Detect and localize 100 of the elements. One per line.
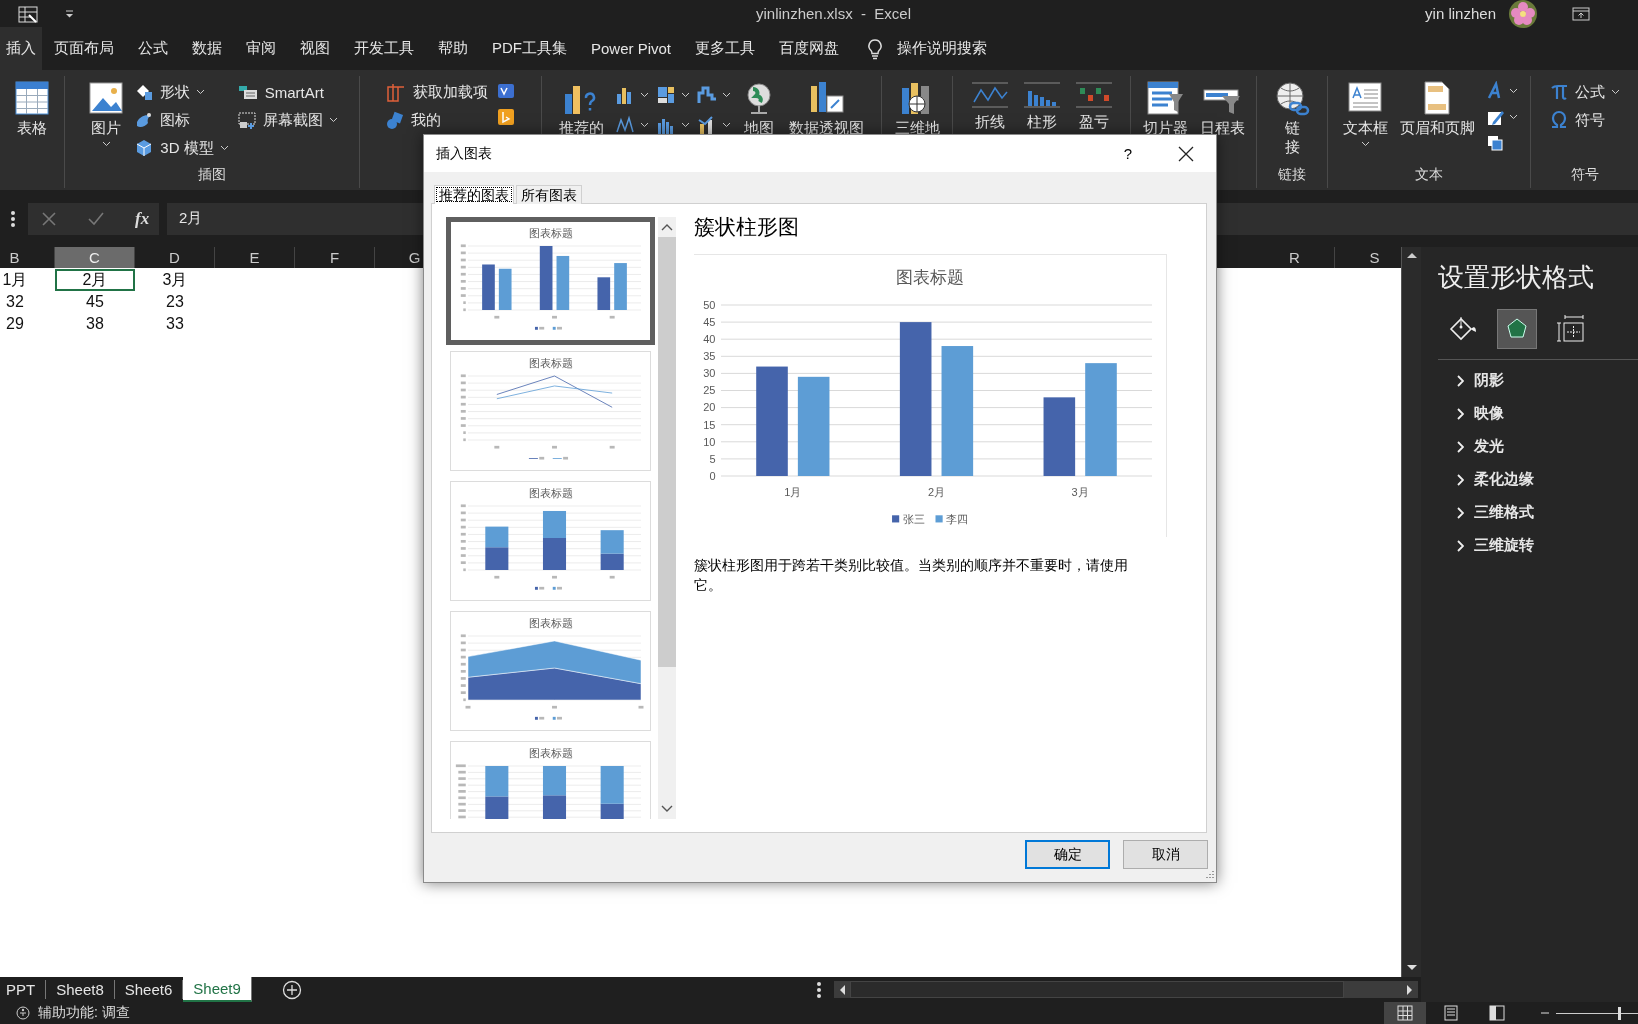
down-arrow-icon[interactable] — [1406, 965, 1417, 971]
table-cell[interactable]: 33 — [135, 313, 215, 335]
more-icon[interactable] — [10, 209, 16, 228]
ribbon-tab[interactable]: 更多工具 — [683, 27, 768, 70]
table-cell[interactable]: 38 — [55, 313, 135, 335]
chart-bar — [614, 263, 627, 310]
accessibility-icon — [16, 1005, 32, 1021]
chart-bar — [542, 538, 567, 570]
ribbon-tab[interactable]: 百度网盘 — [767, 27, 852, 70]
ribbon-tab[interactable]: 视图 — [288, 27, 342, 70]
chart-thumbnail[interactable]: 图表标题 — [450, 741, 651, 819]
add-sheet-icon[interactable] — [281, 979, 302, 1000]
ribbon-button[interactable]: 形状 — [134, 78, 206, 106]
ribbon-button[interactable]: 柱形 — [1019, 78, 1064, 134]
ribbon-button[interactable]: 页眉和页脚 — [1397, 78, 1477, 140]
dialog-button[interactable]: 确定 — [1025, 840, 1110, 869]
cancel-icon[interactable] — [41, 210, 57, 227]
category-label: 1月 — [784, 486, 802, 498]
help-button[interactable]: ? — [1123, 145, 1132, 162]
view-button[interactable] — [1384, 1002, 1426, 1024]
waterfall-chart-icon — [696, 84, 718, 106]
sheet-tab[interactable]: Sheet8 — [46, 980, 115, 999]
ribbon-tab[interactable]: 插入 — [0, 27, 42, 70]
table-cell[interactable]: 1月 — [0, 269, 55, 291]
ribbon-tab[interactable]: 页面布局 — [42, 27, 126, 70]
ribbon-tab[interactable]: Power Pivot — [579, 27, 684, 70]
sheet-icon[interactable] — [17, 3, 39, 24]
chart-thumbnail[interactable]: 图表标题 — [446, 217, 655, 345]
ribbon-button[interactable]: 图片 — [86, 78, 127, 149]
ribbon-tab[interactable]: 公式 — [126, 27, 180, 70]
section-header[interactable]: 三维格式 — [1438, 496, 1636, 529]
ribbon-button[interactable]: 屏幕截图 — [236, 106, 338, 134]
chart-thumbnail[interactable]: 图表标题 — [450, 481, 651, 601]
sheet-tab[interactable]: PPT — [0, 980, 47, 999]
table-cell[interactable]: 23 — [135, 291, 215, 313]
legend-label: 李四 — [945, 513, 968, 525]
caret-icon — [722, 122, 731, 128]
right-arrow-icon[interactable] — [1407, 984, 1413, 995]
horizontal-scrollbar[interactable] — [834, 981, 1418, 998]
section-header[interactable]: 阴影 — [1438, 364, 1636, 397]
customize-icon[interactable] — [65, 9, 74, 18]
ribbon-button[interactable]: 盈亏 — [1071, 78, 1116, 134]
vertical-scrollbar[interactable] — [658, 217, 676, 819]
ribbon-button[interactable]: 公式 — [1549, 78, 1620, 106]
left-arrow-icon[interactable] — [839, 984, 845, 995]
accessibility-status[interactable]: 辅助功能: 调查 — [38, 1004, 130, 1022]
chart-bar — [485, 796, 509, 819]
chart-thumbnail[interactable]: 图表标题 — [450, 611, 651, 731]
group-label: 插图 — [197, 166, 227, 184]
section-header[interactable]: 柔化边缘 — [1438, 463, 1636, 496]
axis-tick-label: 25 — [703, 384, 716, 397]
table-cell[interactable]: 32 — [0, 291, 55, 313]
close-icon — [1178, 145, 1194, 162]
caret-icon — [640, 122, 649, 128]
ribbon-button[interactable]: 链接 — [1271, 78, 1313, 159]
more-icon[interactable] — [816, 980, 822, 999]
section-header[interactable]: 三维旋转 — [1438, 529, 1636, 562]
size-icon — [1556, 314, 1586, 344]
legend-swatch — [892, 515, 900, 523]
ribbon-button[interactable]: 我的 — [385, 106, 441, 134]
omega-icon — [1549, 110, 1569, 130]
dialog-tab[interactable]: 所有图表 — [516, 185, 582, 204]
ribbon-tab[interactable]: 审阅 — [234, 27, 288, 70]
flower-avatar-icon[interactable] — [1508, 0, 1538, 29]
ribbon-button[interactable]: 3D 模型 — [134, 134, 229, 162]
up-arrow-icon[interactable] — [1406, 252, 1417, 258]
chart-thumbnail[interactable]: 图表标题 — [450, 351, 651, 471]
ribbon-button[interactable]: SmartArt — [236, 78, 324, 106]
ribbon-button[interactable]: 数据透视图 — [787, 78, 866, 140]
add-in-icon — [385, 82, 407, 102]
ribbon-button[interactable]: 表格 — [12, 78, 52, 140]
sheet-tab[interactable]: Sheet9 — [183, 977, 252, 1002]
ribbon-tab[interactable]: 开发工具 — [342, 27, 426, 70]
scroll-up-icon[interactable] — [661, 223, 673, 231]
ribbon-button[interactable]: 折线 — [967, 78, 1012, 134]
column-header[interactable]: C — [55, 247, 135, 268]
ribbon-tab[interactable]: 帮助 — [426, 27, 480, 70]
ribbon-tab[interactable]: PDF工具集 — [480, 27, 579, 70]
table-cell[interactable]: 3月 — [135, 269, 215, 291]
chart-bar — [556, 255, 570, 310]
ribbon-display-icon[interactable] — [1572, 5, 1590, 22]
slider-thumb[interactable] — [1618, 1006, 1622, 1020]
legend-label: 张三 — [902, 513, 925, 525]
table-cell[interactable]: 2月 — [55, 269, 135, 291]
ribbon-tab[interactable]: 数据 — [180, 27, 234, 70]
ribbon-button[interactable]: 文本框 — [1340, 78, 1390, 149]
dialog-tab[interactable]: 推荐的图表 — [434, 185, 514, 204]
tell-me-search[interactable]: 操作说明搜索 — [865, 37, 988, 60]
section-header[interactable]: 发光 — [1438, 430, 1636, 463]
ribbon-button[interactable]: 图标 — [134, 106, 191, 134]
ribbon-button[interactable]: 获取加载项 — [385, 78, 488, 106]
hierarchy-chart-icon — [655, 84, 677, 106]
enter-icon[interactable] — [87, 210, 105, 227]
dialog-button[interactable]: 取消 — [1123, 840, 1208, 869]
scroll-down-icon[interactable] — [661, 805, 673, 813]
table-cell[interactable]: 29 — [0, 313, 55, 335]
ribbon-button[interactable]: 符号 — [1549, 106, 1605, 134]
section-header[interactable]: 映像 — [1438, 397, 1636, 430]
insert-function-button[interactable]: fx — [135, 208, 150, 229]
table-cell[interactable]: 45 — [55, 291, 135, 313]
